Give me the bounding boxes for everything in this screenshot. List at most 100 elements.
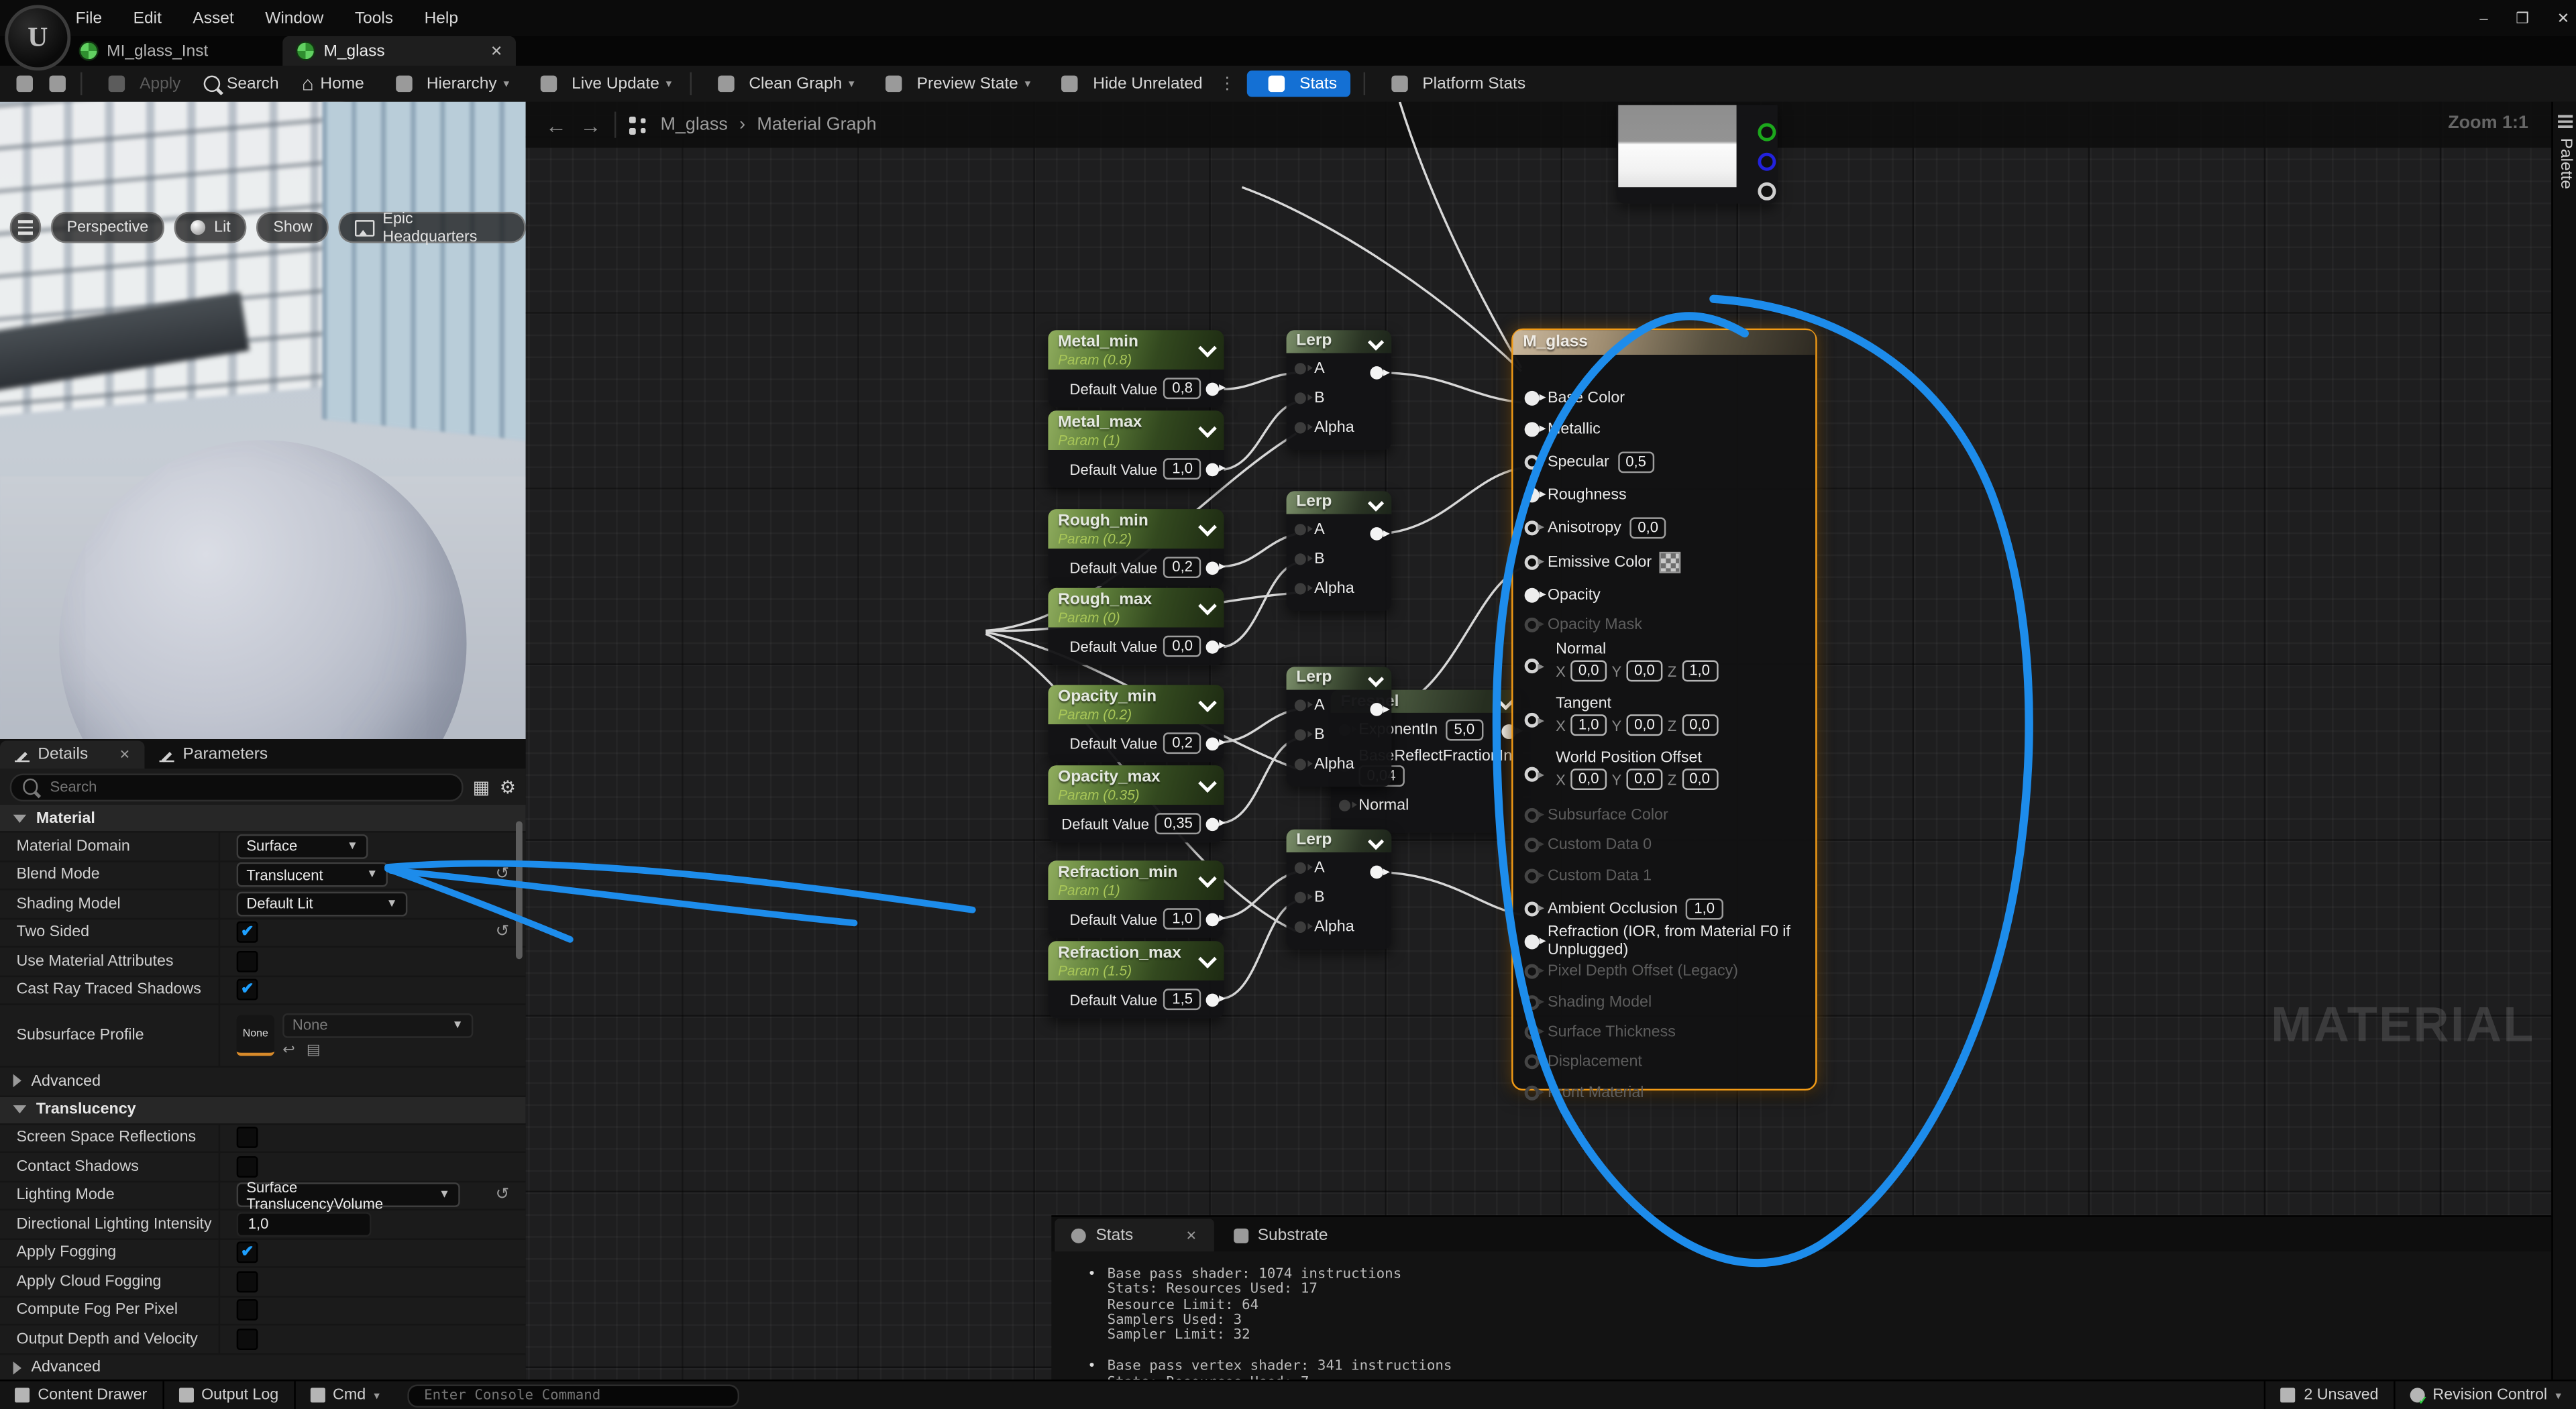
console-command-box[interactable] (408, 1384, 740, 1406)
output-pin[interactable] (1206, 817, 1220, 830)
material-input-pin-row[interactable]: Opacity X Y Z (1525, 581, 1804, 608)
node-header[interactable]: Lerp (1287, 667, 1392, 689)
y-value[interactable]: 0,0 (1627, 714, 1663, 736)
material-input-pin-row[interactable]: Custom Data 0 X Y Z (1525, 831, 1804, 857)
default-value-field[interactable]: 0,35 (1156, 813, 1201, 834)
material-input-pin-row[interactable]: Metallic X Y Z (1525, 416, 1804, 442)
output-pin[interactable] (1370, 866, 1383, 879)
lighting-mode-dropdown[interactable]: Surface TranslucencyVolume▼ (237, 1183, 460, 1208)
search-button[interactable]: Search (193, 66, 290, 102)
stats-output[interactable]: Base pass shader: 1074 instructions Stat… (1051, 1251, 2551, 1379)
pin-icon[interactable] (1525, 454, 1540, 469)
material-input-pin-row[interactable]: Opacity Mask X Y Z (1525, 611, 1804, 637)
output-depth-and-velocity-checkbox[interactable] (237, 1329, 258, 1350)
node-header[interactable]: Refraction_maxParam (1.5) (1048, 941, 1224, 980)
material-input-pin-row[interactable]: Displacement X Y Z (1525, 1048, 1804, 1074)
pin-b[interactable] (1295, 728, 1306, 740)
clean-graph-button[interactable]: Clean Graph▾ (698, 66, 865, 102)
reset-to-default-icon[interactable]: ↺ (496, 866, 510, 884)
default-value-field[interactable]: 0,2 (1164, 732, 1201, 754)
param-node-refraction-min[interactable]: Refraction_minParam (1) Default Value1,0 (1048, 860, 1224, 938)
material-input-pin-row[interactable]: Normal X0,0 Y0,0 Z1,0 (1525, 640, 1804, 689)
pin-icon[interactable] (1525, 390, 1540, 405)
output-pin[interactable] (1206, 561, 1220, 574)
blend-mode-dropdown[interactable]: Translucent▼ (237, 862, 388, 887)
material-input-pin-row[interactable]: Base Color X Y Z (1525, 384, 1804, 410)
live-update-button[interactable]: Live Update▾ (521, 66, 683, 102)
default-value-field[interactable]: 0,0 (1164, 636, 1201, 657)
default-value-field[interactable]: 1,0 (1164, 908, 1201, 929)
section-translucency[interactable]: Translucency (0, 1096, 526, 1125)
section-material[interactable]: Material (0, 805, 526, 833)
output-pin[interactable] (1206, 462, 1220, 475)
preview-scene-button[interactable]: Epic Headquarters (339, 212, 526, 243)
x-value[interactable]: 0,0 (1570, 660, 1607, 681)
details-scrollbar[interactable] (516, 821, 523, 959)
use-selected-asset-icon[interactable]: ↩ (282, 1040, 294, 1058)
output-pin[interactable] (1206, 993, 1220, 1006)
output-pin[interactable] (1206, 382, 1220, 395)
revision-control-button[interactable]: Revision Control ▾ (2394, 1382, 2576, 1409)
pin-alpha[interactable] (1295, 582, 1306, 594)
content-drawer-button[interactable]: Content Drawer (0, 1382, 164, 1409)
stats-toggle-button[interactable]: Stats (1247, 70, 1350, 97)
pin-b[interactable] (1295, 891, 1306, 903)
tab-details[interactable]: Details ✕ (0, 740, 145, 769)
material-input-pin-row[interactable]: Refraction (IOR, from Material F0 if Unp… (1525, 928, 1804, 954)
material-input-pin-row[interactable]: Surface Thickness X Y Z (1525, 1018, 1804, 1044)
node-header[interactable]: Lerp (1287, 830, 1392, 852)
pin-default-value[interactable]: 0,0 (1629, 516, 1666, 538)
pin-icon[interactable] (1525, 617, 1540, 632)
param-node-rough-max[interactable]: Rough_maxParam (0) Default Value0,0 (1048, 588, 1224, 665)
output-pin[interactable] (1370, 703, 1383, 716)
material-input-pin-row[interactable]: Specular 0,5 X Y Z (1525, 449, 1804, 475)
pin-icon[interactable] (1525, 1085, 1540, 1100)
cast-ray-traced-shadows-checkbox[interactable] (237, 979, 258, 1001)
emissive-color-swatch[interactable] (1660, 551, 1681, 573)
apply-fogging-checkbox[interactable] (237, 1242, 258, 1263)
unreal-logo-icon[interactable]: U (5, 5, 70, 70)
pin-alpha[interactable] (1295, 421, 1306, 433)
material-input-pin-row[interactable]: Shading Model X Y Z (1525, 989, 1804, 1015)
pin-icon[interactable] (1525, 555, 1540, 569)
material-domain-dropdown[interactable]: Surface▼ (237, 834, 368, 858)
pin-icon[interactable] (1525, 868, 1540, 883)
pin-icon[interactable] (1525, 837, 1540, 852)
pin-icon[interactable] (1525, 1054, 1540, 1068)
pin-icon[interactable] (1525, 901, 1540, 915)
pin-icon[interactable] (1525, 587, 1540, 602)
z-value[interactable]: 0,0 (1682, 769, 1718, 790)
screen-space-reflections-checkbox[interactable] (237, 1127, 258, 1149)
contact-shadows-checkbox[interactable] (237, 1156, 258, 1177)
pin-icon[interactable] (1525, 934, 1540, 948)
node-header[interactable]: Lerp (1287, 491, 1392, 514)
pin-alpha[interactable] (1295, 758, 1306, 769)
compute-fog-per-pixel-checkbox[interactable] (237, 1300, 258, 1321)
show-button[interactable]: Show (257, 212, 329, 243)
exponent-field[interactable]: 5,0 (1446, 718, 1483, 740)
reset-to-default-icon[interactable]: ↺ (496, 1186, 510, 1204)
material-input-pin-row[interactable]: Front Material X Y Z (1525, 1079, 1804, 1105)
pin-a[interactable] (1295, 861, 1306, 872)
console-input[interactable] (421, 1386, 727, 1405)
output-log-button[interactable]: Output Log (164, 1382, 295, 1409)
lerp-node-roughness[interactable]: Lerp A B Alpha (1287, 491, 1392, 611)
x-value[interactable]: 1,0 (1570, 714, 1607, 736)
lerp-node-metallic[interactable]: Lerp A B Alpha (1287, 330, 1392, 450)
node-header[interactable]: Metal_maxParam (1) (1048, 410, 1224, 450)
node-header[interactable]: Opacity_minParam (0.2) (1048, 685, 1224, 724)
perspective-button[interactable]: Perspective (50, 212, 165, 243)
material-input-pin-row[interactable]: Custom Data 1 X Y Z (1525, 862, 1804, 889)
green-output-pin[interactable] (1758, 123, 1776, 142)
y-value[interactable]: 0,0 (1627, 769, 1663, 790)
pin-icon[interactable] (1525, 713, 1540, 728)
apply-button[interactable]: Apply (89, 66, 192, 102)
pin-icon[interactable] (1525, 995, 1540, 1009)
kebab-menu-icon[interactable]: ⋮ (1219, 74, 1235, 93)
close-tab-icon[interactable]: ✕ (490, 42, 502, 60)
default-value-field[interactable]: 0,2 (1164, 557, 1201, 578)
gear-icon[interactable]: ⚙ (500, 776, 516, 797)
tab-stats[interactable]: Stats ✕ (1055, 1219, 1213, 1251)
tab-mi-glass-inst[interactable]: MI_glass_Inst (66, 36, 221, 66)
node-header[interactable]: Opacity_maxParam (0.35) (1048, 765, 1224, 805)
